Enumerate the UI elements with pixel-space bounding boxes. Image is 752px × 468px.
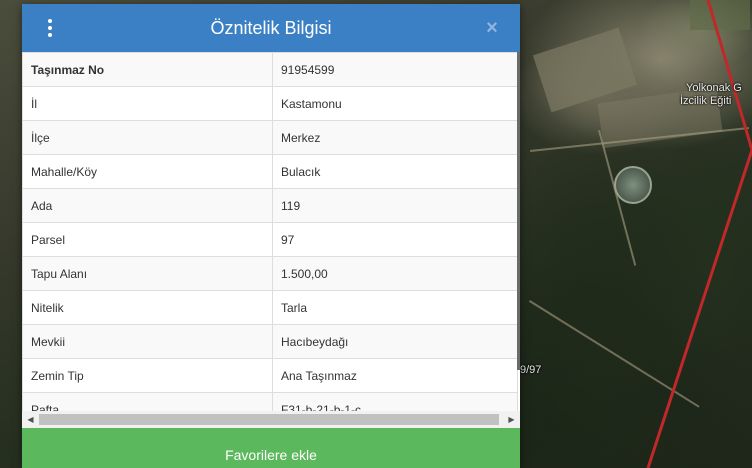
- attribute-value: Hacıbeydağı: [272, 324, 518, 359]
- attribute-table: Taşınmaz No 91954599 İl Kastamonu İlçe M…: [22, 52, 520, 412]
- attribute-value: 91954599: [272, 52, 518, 87]
- attribute-key: İlçe: [22, 120, 273, 155]
- attribute-key: İl: [22, 86, 273, 121]
- attribute-value: 1.500,00: [272, 256, 518, 291]
- attribute-value: 119: [272, 188, 518, 223]
- attribute-value: Bulacık: [272, 154, 518, 189]
- panel-title: Öznitelik Bilgisi: [210, 18, 332, 38]
- attribute-value: Kastamonu: [272, 86, 518, 121]
- map-label: 9/97: [520, 364, 542, 376]
- add-to-favorites-button[interactable]: Favorilere ekle: [22, 428, 520, 468]
- horizontal-scrollbar[interactable]: ◀ ▶: [22, 411, 520, 428]
- close-icon[interactable]: ×: [482, 17, 502, 39]
- attribute-key: Zemin Tip: [22, 358, 273, 393]
- table-row: İl Kastamonu: [22, 86, 518, 121]
- table-row: Pafta F31-b-21-b-1-c: [22, 392, 518, 412]
- table-row: İlçe Merkez: [22, 120, 518, 155]
- table-row: Parsel 97: [22, 222, 518, 257]
- table-row: Zemin Tip Ana Taşınmaz: [22, 358, 518, 393]
- scroll-right-icon[interactable]: ▶: [503, 411, 520, 428]
- table-row: Ada 119: [22, 188, 518, 223]
- table-row: Nitelik Tarla: [22, 290, 518, 325]
- attribute-key: Ada: [22, 188, 273, 223]
- table-row: Mevkii Hacıbeydağı: [22, 324, 518, 359]
- more-vertical-icon[interactable]: [44, 16, 56, 40]
- attribute-value: F31-b-21-b-1-c: [272, 392, 518, 412]
- table-row: Mahalle/Köy Bulacık: [22, 154, 518, 189]
- table-row: Taşınmaz No 91954599: [22, 52, 518, 87]
- panel-header: Öznitelik Bilgisi ×: [22, 4, 520, 52]
- attribute-value: 97: [272, 222, 518, 257]
- attribute-key: Mevkii: [22, 324, 273, 359]
- map-label: İzcilik Eğiti: [680, 95, 732, 107]
- scroll-left-icon[interactable]: ◀: [22, 411, 39, 428]
- attribute-value: Merkez: [272, 120, 518, 155]
- attribute-key: Pafta: [22, 392, 273, 412]
- attribute-value: Tarla: [272, 290, 518, 325]
- map-label: Yolkonak G: [686, 82, 742, 94]
- attribute-key: Taşınmaz No: [22, 52, 273, 87]
- attribute-info-panel: Öznitelik Bilgisi × Taşınmaz No 91954599…: [22, 4, 520, 468]
- vertical-scrollbar[interactable]: [517, 52, 520, 370]
- attribute-key: Parsel: [22, 222, 273, 257]
- table-row: Tapu Alanı 1.500,00: [22, 256, 518, 291]
- attribute-value: Ana Taşınmaz: [272, 358, 518, 393]
- attribute-key: Tapu Alanı: [22, 256, 273, 291]
- attribute-key: Mahalle/Köy: [22, 154, 273, 189]
- scrollbar-thumb[interactable]: [39, 414, 499, 425]
- attribute-key: Nitelik: [22, 290, 273, 325]
